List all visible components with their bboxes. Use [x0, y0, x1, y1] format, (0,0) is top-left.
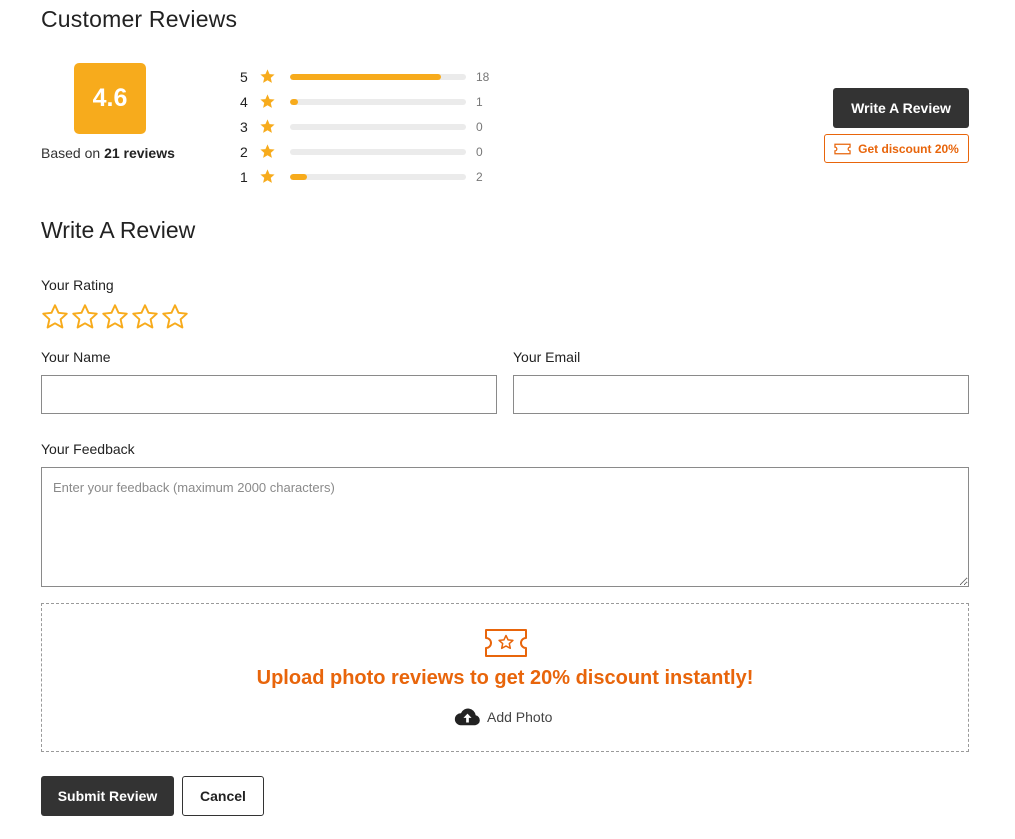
add-photo-button[interactable]: Add Photo — [454, 707, 552, 727]
email-field[interactable] — [513, 375, 969, 414]
rating-star-5-icon[interactable] — [160, 302, 190, 332]
rating-star-1-icon[interactable] — [40, 302, 70, 332]
get-discount-label: Get discount 20% — [858, 141, 959, 156]
rating-row-stars: 3 — [240, 118, 248, 135]
get-discount-button[interactable]: Get discount 20% — [824, 134, 969, 163]
star-icon — [259, 118, 277, 136]
rating-bar-track — [290, 123, 466, 130]
customer-reviews-title: Customer Reviews — [41, 6, 238, 32]
based-on-text: Based on 21 reviews — [41, 145, 175, 161]
feedback-label: Your Feedback — [41, 441, 135, 457]
rating-bar-track — [290, 173, 466, 180]
rating-distribution: 5 18 4 1 3 0 2 0 1 2 — [240, 64, 500, 189]
rating-bar-track — [290, 148, 466, 155]
rating-row-count: 0 — [476, 144, 483, 159]
name-label: Your Name — [41, 349, 111, 365]
upload-promo-text: Upload photo reviews to get 20% discount… — [256, 667, 754, 689]
rating-row-stars: 2 — [240, 143, 248, 160]
ticket-icon — [834, 143, 851, 154]
star-icon — [259, 143, 277, 161]
rating-row-1[interactable]: 1 2 — [240, 164, 500, 189]
rating-row-count: 1 — [476, 94, 483, 109]
email-label: Your Email — [513, 349, 581, 365]
rating-bar-track — [290, 73, 466, 80]
write-review-button[interactable]: Write A Review — [833, 88, 969, 128]
rating-input — [40, 302, 190, 332]
write-review-title: Write A Review — [41, 217, 196, 243]
feedback-textarea[interactable] — [41, 467, 969, 587]
rating-bar-fill — [290, 73, 441, 80]
star-icon — [259, 168, 277, 186]
rating-row-stars: 4 — [240, 93, 248, 110]
rating-label: Your Rating — [41, 277, 114, 293]
add-photo-label: Add Photo — [487, 709, 553, 725]
star-icon — [259, 68, 277, 86]
rating-bar-fill — [290, 98, 299, 105]
average-rating-badge: 4.6 — [74, 63, 146, 134]
cloud-upload-icon — [454, 708, 480, 726]
rating-row-3[interactable]: 3 0 — [240, 114, 500, 139]
rating-row-count: 2 — [476, 169, 483, 184]
rating-row-stars: 5 — [240, 68, 248, 85]
name-field[interactable] — [41, 375, 497, 414]
rating-row-count: 0 — [476, 119, 483, 134]
rating-row-stars: 1 — [240, 168, 248, 185]
rating-star-3-icon[interactable] — [100, 302, 130, 332]
rating-bar-fill — [290, 173, 307, 180]
rating-row-5[interactable]: 5 18 — [240, 64, 500, 89]
cancel-button[interactable]: Cancel — [182, 776, 264, 816]
rating-bar-track — [290, 98, 466, 105]
review-count: 21 reviews — [104, 145, 175, 161]
rating-star-2-icon[interactable] — [70, 302, 100, 332]
rating-row-2[interactable]: 2 0 — [240, 139, 500, 164]
submit-review-button[interactable]: Submit Review — [41, 776, 174, 816]
star-icon — [259, 93, 277, 111]
ticket-star-icon — [485, 629, 527, 657]
photo-upload-area[interactable]: Upload photo reviews to get 20% discount… — [41, 603, 969, 752]
based-on-prefix: Based on — [41, 145, 101, 161]
rating-row-count: 18 — [476, 69, 490, 84]
rating-row-4[interactable]: 4 1 — [240, 89, 500, 114]
rating-star-4-icon[interactable] — [130, 302, 160, 332]
